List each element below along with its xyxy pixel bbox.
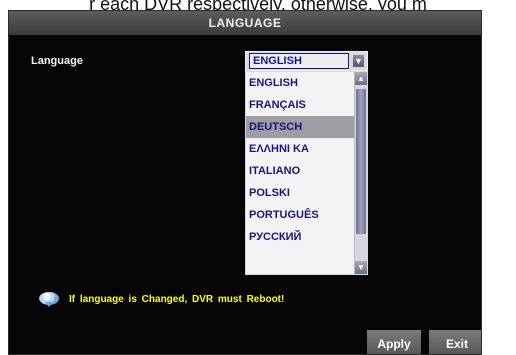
apply-button[interactable]: Apply	[367, 330, 421, 354]
chevron-up-icon[interactable]: ▲	[355, 72, 367, 85]
language-option-italiano[interactable]: ITALIANO	[246, 160, 354, 182]
exit-button[interactable]: Exit	[429, 330, 481, 354]
chevron-down-icon[interactable]: ▼	[352, 54, 365, 68]
language-option-portugues[interactable]: PORTUGUÊS	[246, 204, 354, 226]
language-dialog: LANGUAGE Language ENGLISH ▼ ENGLISH FRAN…	[8, 10, 482, 355]
language-select[interactable]: ENGLISH ▼	[245, 51, 368, 71]
reboot-warning: If language is Changed, DVR must Reboot!	[39, 292, 284, 307]
dialog-titlebar: LANGUAGE	[9, 11, 481, 35]
language-dropdown-list[interactable]: ENGLISH FRANÇAIS DEUTSCH ΕΛΛΗΝΙ ΚΑ ITALI…	[245, 71, 368, 275]
chevron-down-icon[interactable]: ▼	[355, 261, 367, 274]
info-bubble-icon	[39, 292, 59, 307]
language-selected-value[interactable]: ENGLISH	[249, 53, 349, 69]
language-option-francais[interactable]: FRANÇAIS	[246, 94, 354, 116]
language-option-deutsch[interactable]: DEUTSCH	[246, 116, 354, 138]
language-option-polski[interactable]: POLSKI	[246, 182, 354, 204]
reboot-warning-text: If language is Changed, DVR must Reboot!	[69, 294, 285, 305]
scrollbar-thumb[interactable]	[356, 89, 366, 234]
language-options: ENGLISH FRANÇAIS DEUTSCH ΕΛΛΗΝΙ ΚΑ ITALI…	[246, 72, 354, 274]
language-option-russian[interactable]: РУССКИЙ	[246, 226, 354, 248]
language-label: Language	[31, 55, 83, 67]
language-option-english[interactable]: ENGLISH	[246, 72, 354, 94]
language-option-greek[interactable]: ΕΛΛΗΝΙ ΚΑ	[246, 138, 354, 160]
language-scrollbar[interactable]: ▲ ▼	[354, 72, 367, 274]
